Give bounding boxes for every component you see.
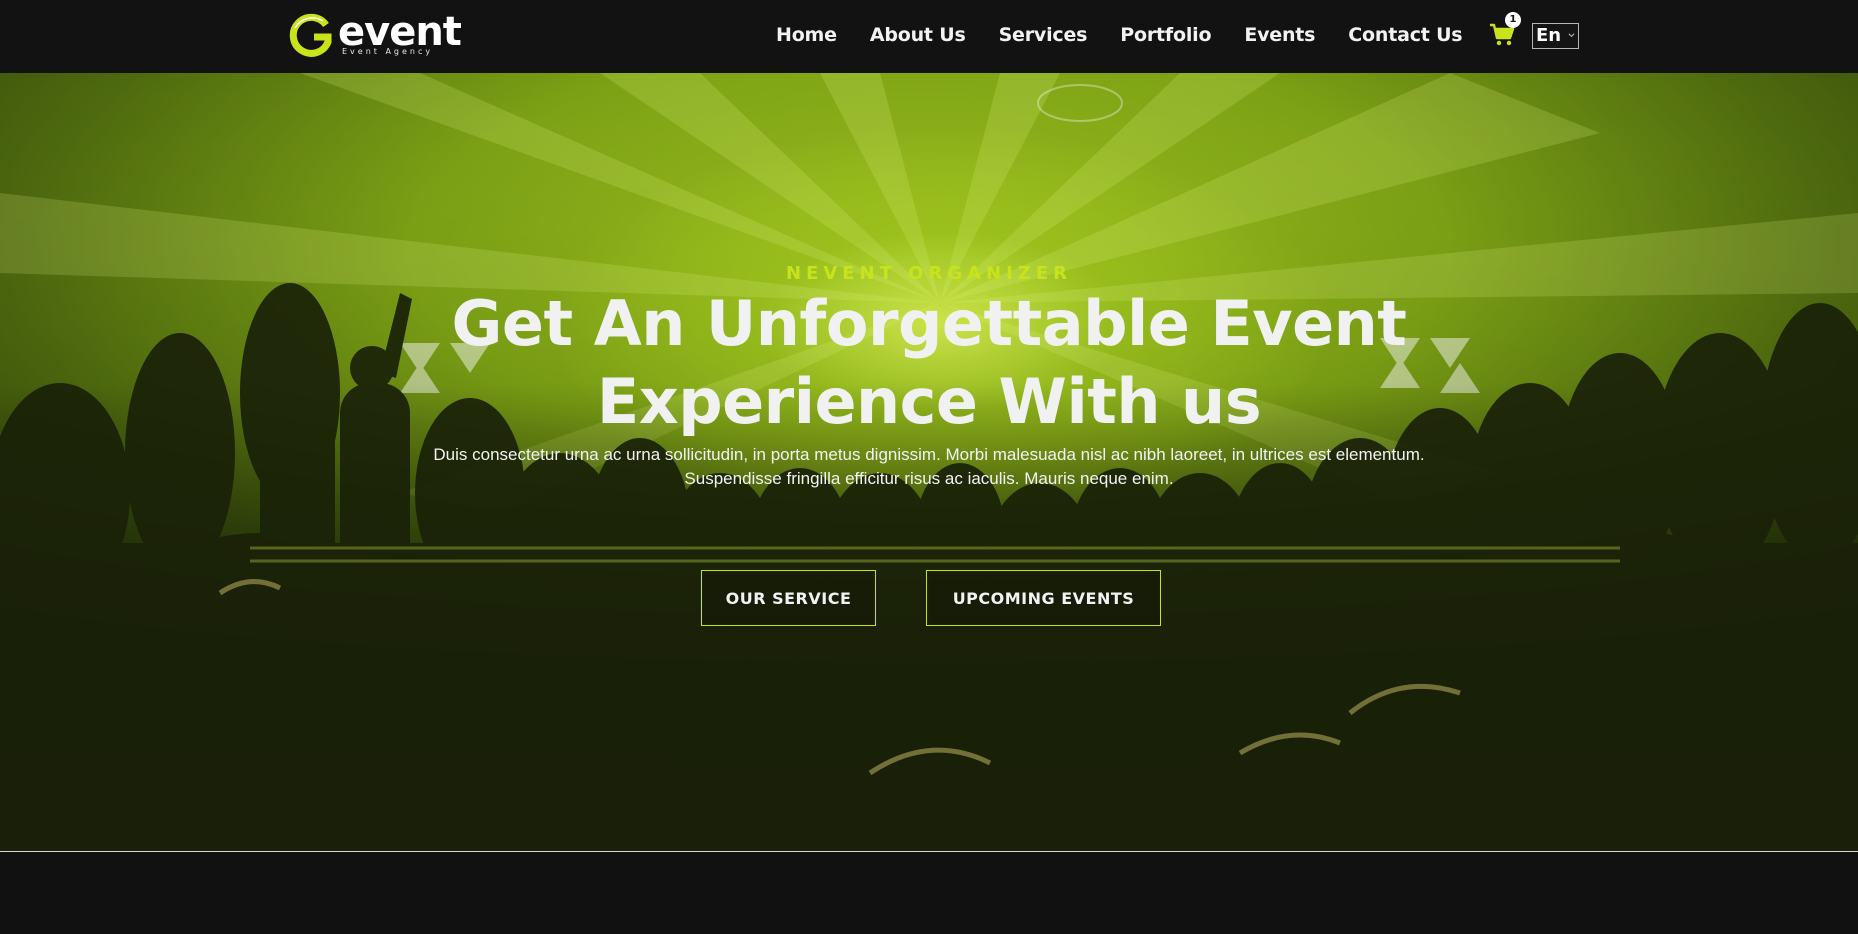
hero-lead-text: Duis consectetur urna ac urna sollicitud… bbox=[433, 445, 1425, 488]
nav-item-contact-us[interactable]: Contact Us bbox=[1348, 22, 1462, 48]
nav-item-portfolio[interactable]: Portfolio bbox=[1120, 22, 1211, 48]
chevron-down-icon bbox=[1568, 33, 1575, 38]
nav-item-home[interactable]: Home bbox=[776, 22, 837, 48]
next-section-band bbox=[0, 852, 1858, 934]
hero-headline-line-1: Get An Unforgettable Event bbox=[451, 287, 1407, 360]
nav-item-about-us[interactable]: About Us bbox=[870, 22, 966, 48]
cart-count-badge: 1 bbox=[1505, 12, 1521, 28]
language-selected-value: En bbox=[1536, 25, 1562, 46]
hero-headline: Get An Unforgettable Event Experience Wi… bbox=[379, 285, 1479, 441]
main-nav: Home About Us Services Portfolio Events … bbox=[776, 22, 1495, 48]
nav-item-events[interactable]: Events bbox=[1244, 22, 1315, 48]
upcoming-events-button[interactable]: UPCOMING EVENTS bbox=[926, 570, 1161, 626]
hero-eyebrow: NEVENT ORGANIZER bbox=[785, 263, 1073, 284]
hero-headline-line-2: Experience With us bbox=[596, 365, 1262, 438]
site-header: event Event Agency Home About Us Service… bbox=[0, 0, 1858, 73]
nav-item-services[interactable]: Services bbox=[999, 22, 1088, 48]
brand-logo[interactable]: event Event Agency bbox=[288, 10, 488, 60]
our-service-button[interactable]: OUR SERVICE bbox=[701, 570, 876, 626]
logo-g-mark-icon bbox=[289, 13, 332, 57]
logo-tagline: Event Agency bbox=[342, 47, 434, 56]
hero-section: NEVENT ORGANIZER Get An Unforgettable Ev… bbox=[0, 73, 1858, 851]
language-select[interactable]: En bbox=[1532, 23, 1579, 49]
